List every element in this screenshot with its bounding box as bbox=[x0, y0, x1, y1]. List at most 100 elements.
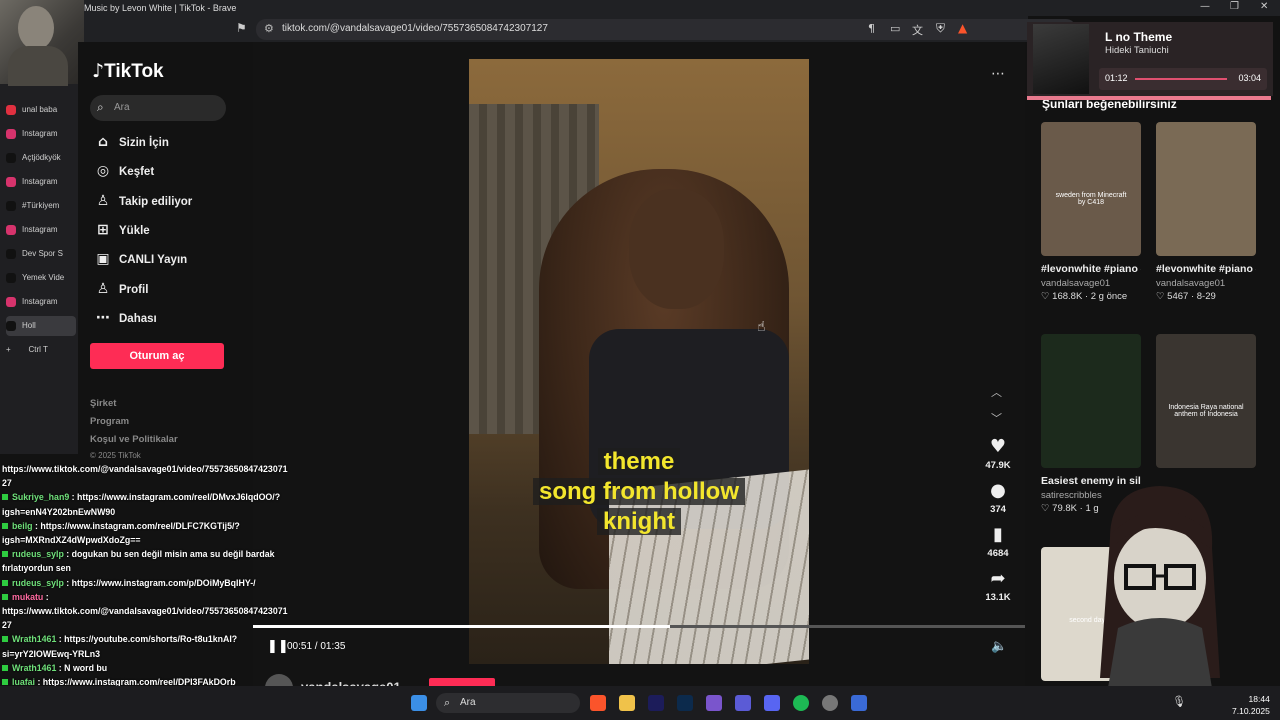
chat-text: https://www.tiktok.com/@vandalsavage01/v… bbox=[2, 464, 288, 474]
browser-title-bar: Music by Levon White | TikTok - Brave — … bbox=[0, 0, 1280, 16]
card-author[interactable]: vandalsavage01 bbox=[1156, 278, 1256, 289]
thumbnail-overlay-text: Indonesia Raya national anthem of Indone… bbox=[1168, 404, 1244, 418]
close-window-icon[interactable]: ✕ bbox=[1260, 1, 1268, 12]
file-explorer-icon[interactable] bbox=[619, 695, 635, 711]
nav-item[interactable]: ▣ CANLI Yayın bbox=[92, 247, 187, 271]
browser-tab[interactable]: Instagram bbox=[6, 172, 76, 192]
photoshop-icon[interactable] bbox=[677, 695, 693, 711]
brave-taskbar-icon[interactable] bbox=[590, 695, 606, 711]
stream-chat-overlay: https://www.tiktok.com/@vandalsavage01/v… bbox=[0, 462, 288, 715]
next-video-icon[interactable]: ﹀ bbox=[991, 410, 1002, 426]
video-time: 00:51 / 01:35 bbox=[287, 641, 346, 652]
footer-link-program[interactable]: Program bbox=[90, 416, 129, 427]
chat-text-cont: igsh=enN4Y202bnEwNW90 bbox=[2, 506, 116, 517]
browser-tab[interactable]: #Türkiyem bbox=[6, 196, 76, 216]
nav-item[interactable]: ⋯ Dahası bbox=[92, 306, 157, 330]
chat-badge-icon bbox=[2, 593, 8, 600]
search-placeholder: Ara bbox=[114, 102, 130, 113]
browser-tab[interactable]: Dev Spor S bbox=[6, 244, 76, 264]
tab-label: Instagram bbox=[22, 129, 58, 138]
login-button[interactable]: Oturum aç bbox=[90, 343, 224, 369]
now-playing-widget: L no Theme Hideki Taniuchi 01:12 03:04 bbox=[1027, 22, 1273, 100]
new-tab-button[interactable]: + Ctrl T bbox=[6, 340, 76, 360]
tab-favicon-icon bbox=[6, 272, 16, 283]
browser-tab[interactable]: Holl bbox=[6, 316, 76, 336]
action-heart[interactable]: ♥ 47.9K bbox=[981, 436, 1015, 471]
video-progress-bar[interactable] bbox=[253, 625, 1025, 628]
volume-icon[interactable]: 🔈 bbox=[991, 639, 1007, 654]
reader-icon[interactable]: ¶ bbox=[868, 22, 875, 35]
taskbar-search[interactable]: ⌕ Ara bbox=[436, 693, 580, 713]
brave-shield-icon[interactable]: ⛨ bbox=[936, 21, 945, 36]
tab-label: Instagram bbox=[22, 225, 58, 234]
video-thumbnail[interactable] bbox=[1041, 122, 1141, 256]
app-icon-1[interactable] bbox=[706, 695, 722, 711]
action-comment[interactable]: ● 374 bbox=[981, 480, 1015, 515]
chat-text-cont: https://www.tiktok.com/@vandalsavage01/v… bbox=[2, 606, 288, 617]
url-field[interactable]: ⚙ tiktok.com/@vandalsavage01/video/75573… bbox=[256, 19, 1076, 40]
heart-icon: ♥ bbox=[989, 436, 1007, 457]
suggested-video-card[interactable]: Indonesia Raya national anthem of Indone… bbox=[1156, 334, 1256, 468]
card-author[interactable]: vandalsavage01 bbox=[1041, 278, 1141, 289]
spotify-icon[interactable] bbox=[793, 695, 809, 711]
tab-favicon-icon bbox=[6, 224, 16, 235]
browser-tab[interactable]: Instagram bbox=[6, 292, 76, 312]
nav-item[interactable]: ♙ Takip ediliyor bbox=[92, 189, 193, 213]
system-clock: 18:44 7.10.2025 bbox=[1232, 694, 1270, 716]
site-info-icon[interactable]: ⚙ bbox=[264, 22, 274, 35]
video-thumbnail[interactable] bbox=[1041, 334, 1141, 468]
footer-link-terms[interactable]: Koşul ve Politikalar bbox=[90, 434, 178, 445]
chat-text-cont2: 27 bbox=[2, 620, 12, 631]
nav-item[interactable]: ⌂ Sizin İçin bbox=[92, 130, 169, 154]
copyright: © 2025 TikTok bbox=[90, 451, 141, 460]
cast-icon[interactable]: ▭ bbox=[890, 22, 900, 35]
nav-item[interactable]: ♙ Profil bbox=[92, 277, 149, 301]
video-thumbnail[interactable] bbox=[1156, 122, 1256, 256]
maximize-icon[interactable]: ❐ bbox=[1230, 1, 1239, 12]
more-options-icon[interactable]: ⋯ bbox=[991, 66, 1005, 82]
browser-tab[interactable]: Yemek Vide bbox=[6, 268, 76, 288]
app-icon-3[interactable] bbox=[851, 695, 867, 711]
premiere-icon[interactable] bbox=[648, 695, 664, 711]
browser-tab[interactable]: unal baba bbox=[6, 100, 76, 120]
suggested-video-card[interactable]: sweden from Minecraft by C418 #levonwhite… bbox=[1041, 122, 1141, 302]
bookmark-page-icon[interactable]: ⚑ bbox=[236, 21, 247, 35]
chat-text: : dogukan bu sen değil misin ama su deği… bbox=[66, 549, 275, 560]
action-share[interactable]: ➦ 13.1K bbox=[981, 568, 1015, 603]
previous-video-icon[interactable]: ︿ bbox=[991, 384, 1002, 400]
chat-message: Wrath1461 : N word bu bbox=[0, 661, 285, 675]
chat-text: : https://www.instagram.com/p/DOiMyBqIHY… bbox=[66, 577, 256, 588]
tab-favicon-icon bbox=[6, 200, 16, 211]
chat-badge-icon bbox=[2, 494, 8, 501]
brave-rewards-icon[interactable]: ▲ bbox=[958, 21, 967, 35]
nav-item[interactable]: ◎ Keşfet bbox=[92, 159, 154, 183]
chat-message: rudeus_sylp : https://www.instagram.com/… bbox=[0, 576, 285, 590]
tiktok-logo[interactable]: ♪TikTok bbox=[92, 60, 164, 83]
now-playing-progress: 01:12 03:04 bbox=[1099, 68, 1267, 90]
tiktok-sidebar: ♪TikTok ⌕ Ara ⌂ Sizin İçin ◎ Keşfet ♙ Takip e… bbox=[78, 42, 253, 462]
start-menu-icon[interactable] bbox=[411, 695, 427, 711]
microphone-icon[interactable]: 🎙 bbox=[1172, 695, 1186, 708]
chat-text-cont: 27 bbox=[2, 478, 12, 489]
action-bookmark[interactable]: ▮ 4684 bbox=[981, 524, 1015, 559]
minimize-icon[interactable]: — bbox=[1200, 1, 1210, 12]
taskbar-search-icon: ⌕ bbox=[444, 696, 451, 709]
obs-icon[interactable] bbox=[822, 695, 838, 711]
live-icon: ▣ bbox=[96, 251, 110, 268]
discord-icon[interactable] bbox=[764, 695, 780, 711]
translate-icon[interactable]: 文 bbox=[912, 22, 923, 38]
video-frame[interactable]: theme song from hollow knight bbox=[469, 59, 809, 664]
nav-item[interactable]: ⊞ Yükle bbox=[92, 218, 150, 242]
footer-link-company[interactable]: Şirket bbox=[90, 398, 116, 409]
chat-username: Sukriye_han9 bbox=[12, 492, 70, 503]
chat-text: : bbox=[45, 591, 49, 602]
search-input[interactable]: ⌕ Ara bbox=[90, 95, 226, 121]
browser-tab[interactable]: Instagram bbox=[6, 124, 76, 144]
card-caption: #levonwhite #piano #music #fyp #talent bbox=[1156, 263, 1256, 275]
app-icon-2[interactable] bbox=[735, 695, 751, 711]
suggested-video-card[interactable]: #levonwhite #piano #music #fyp #talent va… bbox=[1156, 122, 1256, 302]
browser-tab[interactable]: Açtjödkyök bbox=[6, 148, 76, 168]
browser-tab[interactable]: Instagram bbox=[6, 220, 76, 240]
video-thumbnail[interactable] bbox=[1156, 334, 1256, 468]
profile-icon: ♙ bbox=[96, 280, 110, 297]
